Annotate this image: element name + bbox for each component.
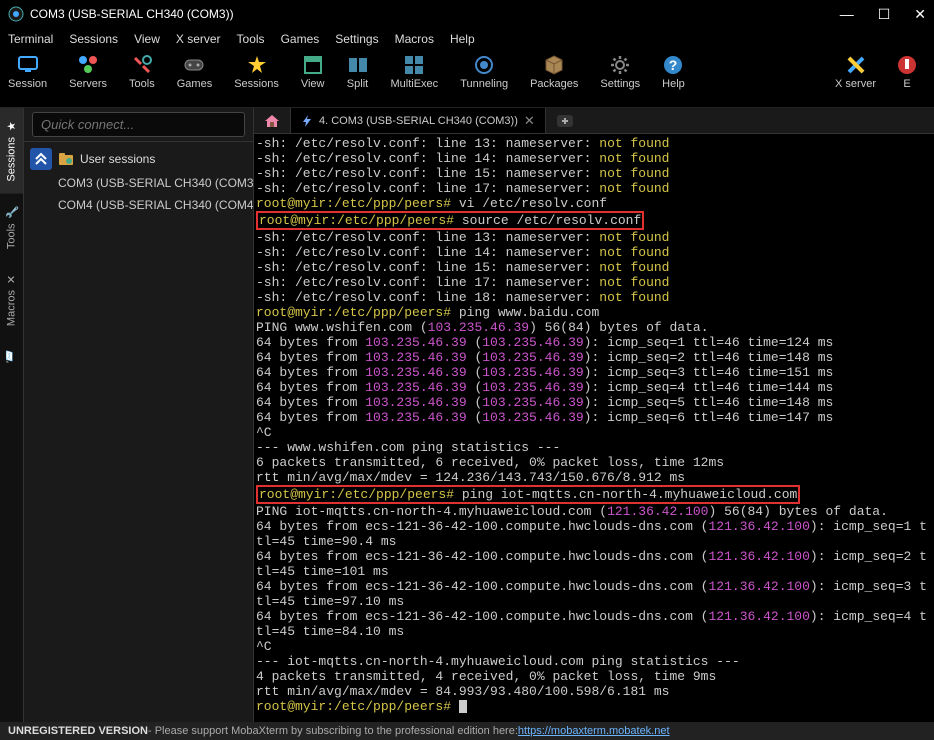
session-item[interactable]: COM3 (USB-SERIAL CH340 (COM3)) [24, 172, 253, 194]
status-link[interactable]: https://mobaxterm.mobatek.net [518, 725, 670, 737]
sidebar: User sessions COM3 (USB-SERIAL CH340 (CO… [24, 108, 254, 722]
menu-games[interactable]: Games [281, 28, 320, 50]
status-message: - Please support MobaXterm by subscribin… [148, 725, 518, 737]
xserver-icon [845, 54, 867, 76]
sidetab-icon: 🔧 [5, 206, 18, 219]
sidetab-send[interactable]: 📨 [0, 338, 23, 379]
toolbar-tunneling-button[interactable]: Tunneling [460, 54, 508, 103]
new-tab-button[interactable] [546, 108, 584, 133]
menu-sessions[interactable]: Sessions [69, 28, 118, 50]
toolbar: Session Servers Tools Games Sessions View Spli… [0, 50, 934, 108]
help-icon: ? [662, 54, 684, 76]
view-icon [302, 54, 324, 76]
exit-icon [896, 54, 918, 76]
tools-icon [131, 54, 153, 76]
home-icon [264, 114, 280, 128]
status-unregistered: UNREGISTERED VERSION [8, 725, 148, 737]
menu-macros[interactable]: Macros [395, 28, 434, 50]
tree-collapse-all[interactable]: User sessions [24, 146, 253, 172]
menu-x-server[interactable]: X server [176, 28, 221, 50]
window-title: COM3 (USB-SERIAL CH340 (COM3)) [30, 7, 234, 21]
menu-view[interactable]: View [134, 28, 160, 50]
sidetab-tools[interactable]: Tools 🔧 [0, 194, 23, 261]
toolbar-games-button[interactable]: Games [177, 54, 212, 103]
split-icon [347, 54, 369, 76]
servers-icon [77, 54, 99, 76]
sidetab-icon: ★ [5, 120, 18, 133]
toolbar-sessions-button[interactable]: Sessions [234, 54, 279, 103]
toolbar-packages-button[interactable]: Packages [530, 54, 578, 103]
titlebar: COM3 (USB-SERIAL CH340 (COM3)) — ☐ ✕ [0, 0, 934, 28]
menu-terminal[interactable]: Terminal [8, 28, 53, 50]
toolbar-help-button[interactable]: ?Help [662, 54, 685, 103]
sidetab-icon: 📨 [5, 350, 18, 363]
minimize-button[interactable]: — [840, 6, 854, 23]
sidetab-macros[interactable]: Macros ✕ [0, 261, 23, 338]
toolbar-session-button[interactable]: Session [8, 54, 47, 103]
side-tabs: Sessions ★Tools 🔧Macros ✕ 📨 [0, 108, 24, 722]
sidetab-icon: ✕ [5, 273, 18, 286]
toolbar-e-button[interactable]: E [896, 54, 918, 103]
active-tab[interactable]: 4. COM3 (USB-SERIAL CH340 (COM3)) ✕ [291, 108, 546, 133]
toolbar-split-button[interactable]: Split [347, 54, 369, 103]
menu-help[interactable]: Help [450, 28, 475, 50]
folder-icon [58, 152, 74, 166]
app-logo-icon [8, 6, 24, 22]
session-item[interactable]: COM4 (USB-SERIAL CH340 (COM4)) [24, 194, 253, 216]
toolbar-servers-button[interactable]: Servers [69, 54, 107, 103]
close-button[interactable]: ✕ [914, 6, 926, 23]
tree-header-label: User sessions [80, 152, 155, 166]
settings-icon [609, 54, 631, 76]
toolbar-multiexec-button[interactable]: MultiExec [391, 54, 439, 103]
packages-icon [543, 54, 565, 76]
tab-label: 4. COM3 (USB-SERIAL CH340 (COM3)) [319, 115, 518, 127]
svg-text:?: ? [669, 57, 678, 73]
toolbar-tools-button[interactable]: Tools [129, 54, 155, 103]
tab-close-button[interactable]: ✕ [524, 113, 535, 129]
toolbar-view-button[interactable]: View [301, 54, 325, 103]
menu-tools[interactable]: Tools [237, 28, 265, 50]
terminal[interactable]: -sh: /etc/resolv.conf: line 13: nameserv… [254, 134, 934, 722]
maximize-button[interactable]: ☐ [878, 6, 891, 23]
home-tab[interactable] [254, 108, 291, 133]
monitor-icon [17, 54, 39, 76]
star-icon [246, 54, 268, 76]
menu-settings[interactable]: Settings [335, 28, 378, 50]
quick-connect-input[interactable] [32, 112, 245, 137]
multiexec-icon [403, 54, 425, 76]
games-icon [183, 54, 205, 76]
collapse-icon [34, 152, 48, 166]
sidetab-sessions[interactable]: Sessions ★ [0, 108, 23, 194]
toolbar-settings-button[interactable]: Settings [600, 54, 640, 103]
tunnel-icon [473, 54, 495, 76]
statusbar: UNREGISTERED VERSION - Please support Mo… [0, 722, 934, 740]
toolbar-x-server-button[interactable]: X server [835, 54, 876, 103]
menubar: Terminal Sessions View X server Tools Games Se… [0, 28, 934, 50]
lightning-icon [301, 114, 313, 128]
tabbar: 4. COM3 (USB-SERIAL CH340 (COM3)) ✕ [254, 108, 934, 134]
